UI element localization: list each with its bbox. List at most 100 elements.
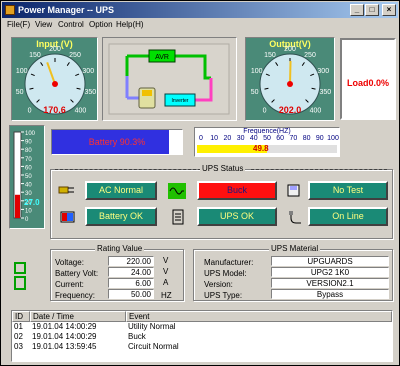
menu-help[interactable]: Help(H)	[116, 19, 144, 31]
temperature-value: 27.0	[24, 198, 40, 207]
frequency-tick-label: 0	[199, 135, 203, 142]
thermometer-tick-label: 60	[25, 165, 32, 171]
material-label-version: Version:	[204, 280, 233, 289]
title-bar[interactable]: Power Manager -- UPS _ □ ×	[2, 2, 398, 18]
gauge-tick-label: 350	[84, 89, 96, 96]
battery-ok-indicator[interactable]: Battery OK	[85, 207, 157, 226]
row-event: Circuit Normal	[128, 342, 179, 351]
power-flow-diagram: AVR Inverter	[102, 37, 237, 121]
battery-icon	[60, 211, 75, 223]
test-icon	[287, 184, 300, 197]
menu-option[interactable]: Option	[89, 19, 113, 31]
gauge-tick-label: 300	[317, 68, 329, 75]
material-model-value: UPG2 1K0	[271, 267, 389, 277]
window-title: Power Manager -- UPS	[18, 5, 115, 15]
thermometer-fill	[15, 194, 20, 218]
table-row[interactable]: 01 19.01.04 14:00:29 Utility Normal	[12, 322, 392, 332]
gauge-tick-label: 250	[69, 52, 81, 59]
menu-control[interactable]: Control	[58, 19, 84, 31]
battery-bar: Battery 90.3%	[51, 129, 183, 155]
ups-unit-icon	[172, 209, 184, 225]
power-cord-icon	[289, 211, 301, 224]
row-event: Buck	[128, 332, 146, 341]
rating-label-current: Current:	[55, 280, 84, 289]
rating-label-frequency: Frequency:	[55, 291, 96, 300]
frequency-tick-label: 80	[302, 135, 311, 142]
maximize-button[interactable]: □	[365, 4, 379, 16]
thermometer-tick-label: 50	[25, 174, 32, 180]
table-row[interactable]: 02 19.01.04 14:00:29 Buck	[12, 332, 392, 342]
gauge-tick-label: 50	[251, 89, 259, 96]
row-time: 19.01.04 14:00:29	[32, 322, 97, 331]
close-button[interactable]: ×	[382, 4, 396, 16]
thermometer-tick-label: 40	[25, 183, 32, 189]
gauge-needle	[289, 60, 292, 85]
gauge-tick-label: 100	[16, 68, 28, 75]
rating-voltage-unit: V	[163, 256, 169, 265]
gauge-tick-label: 200	[284, 46, 296, 53]
gauge-tick-label: 100	[251, 68, 263, 75]
row-id: 01	[14, 322, 23, 331]
rating-label-voltage: Voltage:	[55, 258, 84, 267]
frequency-tick-label: 50	[263, 135, 271, 142]
menu-file[interactable]: File(F)	[7, 19, 30, 31]
no-test-indicator[interactable]: No Test	[308, 181, 388, 200]
thermometer-tick-label: 90	[25, 140, 32, 146]
rating-frequency-unit: HZ	[161, 291, 172, 300]
frequency-tick-label: 30	[236, 135, 245, 142]
inverter-label: Inverter	[172, 98, 189, 104]
plug-icon	[58, 186, 74, 194]
frequency-tick-label: 60	[276, 135, 285, 142]
frequency-tick-label: 90	[315, 135, 324, 142]
row-id: 02	[14, 332, 23, 341]
frequency-bar: Frequence(HZ) 0 10 20 30 40 50 60 70 80 90 100 49.…	[194, 127, 340, 157]
frequency-tick-label: 10	[210, 135, 219, 142]
table-row[interactable]: 03 19.01.04 13:59:45 Circuit Normal	[12, 342, 392, 352]
load-display: Load0.0%	[340, 38, 396, 120]
battery-text: Battery 90.3%	[88, 137, 146, 147]
thermometer-tick-label: 10	[25, 208, 32, 214]
rating-current-unit: A	[163, 278, 169, 287]
frequency-tick-label: 70	[289, 135, 298, 142]
ups-logo-icon	[9, 259, 31, 293]
material-label-model: UPS Model:	[204, 269, 247, 278]
status-divider-left	[55, 169, 201, 170]
rating-title: Rating Value	[95, 244, 145, 253]
col-id-header[interactable]: ID	[12, 311, 30, 322]
row-time: 19.01.04 14:00:29	[32, 332, 97, 341]
ups-status-title: UPS Status	[200, 164, 246, 173]
rating-frequency-value: 50.00	[108, 289, 154, 299]
minimize-button[interactable]: _	[350, 4, 364, 16]
thermometer-svg: 1009080706050403020100	[13, 131, 36, 223]
event-log-table: ID Date / Time Event 01 19.01.04 14:00:2…	[11, 310, 393, 362]
thermometer-tick-label: 80	[25, 148, 32, 154]
gauge-tick-label: 200	[49, 46, 61, 53]
output-gauge-panel: Output(V) 0 50 100 150 200 250 300 350 400 202.0	[245, 37, 335, 121]
frequency-tick-label: 100	[327, 135, 339, 142]
row-event: Utility Normal	[128, 322, 176, 331]
rating-battery-volt-unit: V	[163, 267, 169, 276]
material-type-value: Bypass	[271, 289, 389, 299]
ups-ok-indicator[interactable]: UPS OK	[197, 207, 277, 226]
ups-status-group	[50, 169, 393, 239]
thermometer-tick-label: 30	[25, 191, 32, 197]
frequency-ticks: 0 10 20 30 40 50 60 70 80 90 100	[197, 135, 339, 144]
col-datetime-header[interactable]: Date / Time	[30, 311, 126, 322]
thermometer-tick-label: 70	[25, 157, 32, 163]
rating-voltage-value: 220.00	[108, 256, 154, 266]
buck-indicator[interactable]: Buck	[197, 181, 277, 200]
status-divider-right	[251, 169, 387, 170]
gauge-tick-label: 250	[304, 52, 316, 59]
menu-view[interactable]: View	[35, 19, 52, 31]
ac-normal-indicator[interactable]: AC Normal	[85, 181, 157, 200]
app-icon	[5, 5, 15, 15]
input-gauge-panel: Input (V) 0 50 100 150 200 250 300 350 400 170.6	[11, 37, 98, 121]
col-event-header[interactable]: Event	[126, 311, 392, 322]
material-version-value: VERSION2.1	[271, 278, 389, 288]
material-label-type: UPS Type:	[204, 291, 243, 300]
power-flow-svg: AVR Inverter	[108, 43, 230, 115]
on-line-indicator[interactable]: On Line	[308, 207, 388, 226]
frequency-value: 49.8	[253, 144, 269, 153]
row-id: 03	[14, 342, 23, 351]
rating-battery-volt-value: 24.00	[108, 267, 154, 277]
